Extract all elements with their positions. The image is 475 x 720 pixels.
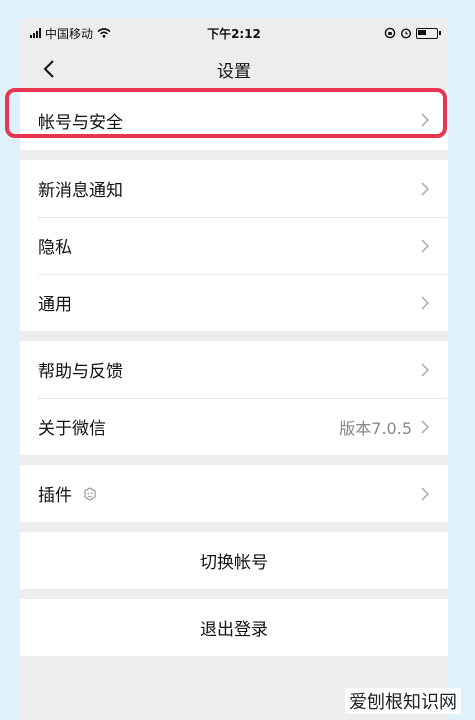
- row-privacy[interactable]: 隐私: [20, 217, 448, 274]
- switch-account-label: 切换帐号: [200, 553, 268, 573]
- chevron-right-icon: [421, 295, 430, 310]
- carrier-name: 中国移动: [45, 26, 94, 41]
- phone-screen: 中国移动 下午2:12 设置 帐号与安全 新消息通知 隐私 通用 帮助与反馈 关…: [20, 18, 448, 720]
- row-label: 隐私: [38, 238, 72, 258]
- battery-icon: [415, 27, 441, 39]
- watermark-text: 爱刨根知识网: [345, 688, 461, 714]
- row-help-feedback[interactable]: 帮助与反馈: [20, 341, 448, 398]
- back-button[interactable]: [34, 54, 64, 84]
- chevron-right-icon: [421, 181, 430, 196]
- chevron-right-icon: [421, 419, 430, 434]
- row-label: 插件: [38, 486, 72, 506]
- settings-group-switch: 切换帐号: [20, 532, 448, 589]
- row-label: 帮助与反馈: [38, 362, 123, 382]
- row-label: 帐号与安全: [38, 112, 123, 133]
- row-label: 关于微信: [38, 419, 106, 439]
- logout-button[interactable]: 退出登录: [20, 599, 448, 656]
- switch-account-button[interactable]: 切换帐号: [20, 532, 448, 589]
- row-account-security[interactable]: 帐号与安全: [20, 90, 448, 150]
- chevron-right-icon: [421, 113, 430, 127]
- row-label: 新消息通知: [38, 181, 123, 201]
- version-value: 版本7.0.5: [339, 418, 412, 438]
- status-time: 下午2:12: [207, 26, 261, 41]
- settings-group-help: 帮助与反馈 关于微信 版本7.0.5: [20, 341, 448, 455]
- plugin-icon: [84, 486, 96, 501]
- status-bar: 中国移动 下午2:12: [20, 18, 448, 48]
- logout-label: 退出登录: [200, 620, 268, 640]
- settings-group-logout: 退出登录: [20, 599, 448, 656]
- settings-group-general: 新消息通知 隐私 通用: [20, 160, 448, 331]
- alarm-icon: [400, 28, 411, 39]
- rotation-lock-icon: [384, 27, 396, 39]
- row-plugins[interactable]: 插件: [20, 465, 448, 522]
- wifi-icon: [97, 28, 111, 38]
- chevron-left-icon: [43, 60, 54, 78]
- row-about-wechat[interactable]: 关于微信 版本7.0.5: [20, 398, 448, 455]
- row-new-message-notification[interactable]: 新消息通知: [20, 160, 448, 217]
- chevron-right-icon: [421, 486, 430, 501]
- chevron-right-icon: [421, 362, 430, 377]
- nav-bar: 设置: [20, 48, 448, 90]
- settings-group-account: 帐号与安全: [20, 90, 448, 150]
- settings-group-plugins: 插件: [20, 465, 448, 522]
- row-label: 通用: [38, 295, 72, 315]
- row-general[interactable]: 通用: [20, 274, 448, 331]
- signal-icon: [30, 28, 41, 38]
- page-title: 设置: [217, 61, 251, 82]
- chevron-right-icon: [421, 238, 430, 253]
